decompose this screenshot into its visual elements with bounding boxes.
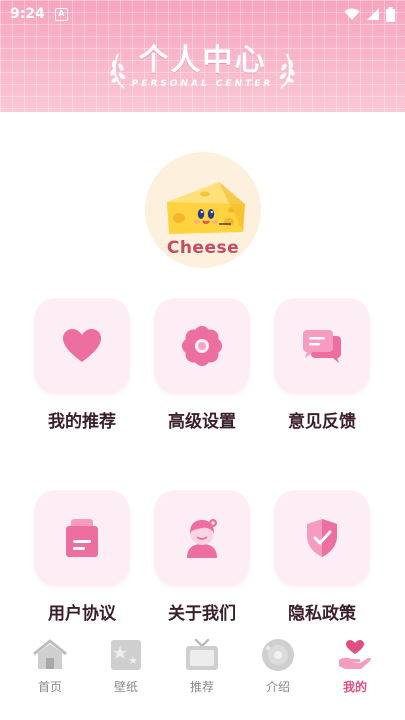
person-icon: [187, 519, 217, 558]
document-icon: [66, 519, 98, 557]
tile-label-user-agreement: 用户协议: [48, 604, 116, 624]
status-bar: 9:24 A: [0, 0, 405, 28]
tab-intro-label: 介绍: [265, 680, 290, 694]
tile-feedback[interactable]: [274, 298, 370, 394]
wifi-icon: [344, 8, 360, 20]
tile-user-agreement[interactable]: [34, 490, 130, 586]
tab-recommend[interactable]: 推荐: [167, 638, 237, 695]
tile-label-my-recommend: 我的推荐: [48, 412, 116, 432]
hand-heart-icon: [339, 640, 371, 669]
tab-mine[interactable]: 我的: [320, 638, 390, 695]
avatar[interactable]: Cheese: [145, 152, 261, 268]
header: 9:24 A 个人中心 PERSONAL CENTER: [0, 0, 405, 112]
tile-my-recommend[interactable]: [34, 298, 130, 394]
signal-icon: [367, 8, 379, 20]
page-title-block: 个人中心 PERSONAL CENTER: [0, 44, 405, 90]
heart-icon: [63, 329, 101, 362]
tab-wallpaper[interactable]: 壁纸: [91, 638, 161, 695]
home-icon: [33, 639, 67, 669]
tab-wallpaper-label: 壁纸: [113, 680, 138, 694]
tab-mine-label: 我的: [342, 680, 367, 694]
disc-icon: [262, 639, 294, 671]
battery-icon: [386, 6, 395, 22]
flower-icon: [182, 326, 222, 366]
tab-intro[interactable]: 介绍: [243, 638, 313, 695]
tile-label-privacy-policy: 隐私政策: [288, 604, 356, 624]
tile-privacy-policy[interactable]: [274, 490, 370, 586]
wallpaper-icon: [111, 640, 141, 670]
status-icons: [344, 6, 395, 22]
tile-label-about-us: 关于我们: [168, 604, 236, 624]
bottom-nav: 首页 壁纸 推荐 介绍 我的: [0, 632, 405, 720]
tab-recommend-label: 推荐: [189, 680, 214, 694]
tile-label-advanced-settings: 高级设置: [168, 412, 236, 432]
page-subtitle: PERSONAL CENTER: [131, 79, 274, 89]
notification-icon: A: [54, 7, 68, 21]
tv-icon: [186, 638, 218, 670]
shield-icon: [307, 519, 337, 557]
tile-about-us[interactable]: [154, 490, 250, 586]
tab-home-label: 首页: [37, 680, 62, 694]
tab-home[interactable]: 首页: [15, 638, 85, 695]
tile-label-feedback: 意见反馈: [288, 412, 356, 432]
chat-icon: [303, 330, 341, 363]
page-title: 个人中心: [138, 43, 267, 78]
avatar-label: Cheese: [166, 238, 240, 258]
status-time: 9:24: [10, 6, 45, 22]
tile-advanced-settings[interactable]: [154, 298, 250, 394]
